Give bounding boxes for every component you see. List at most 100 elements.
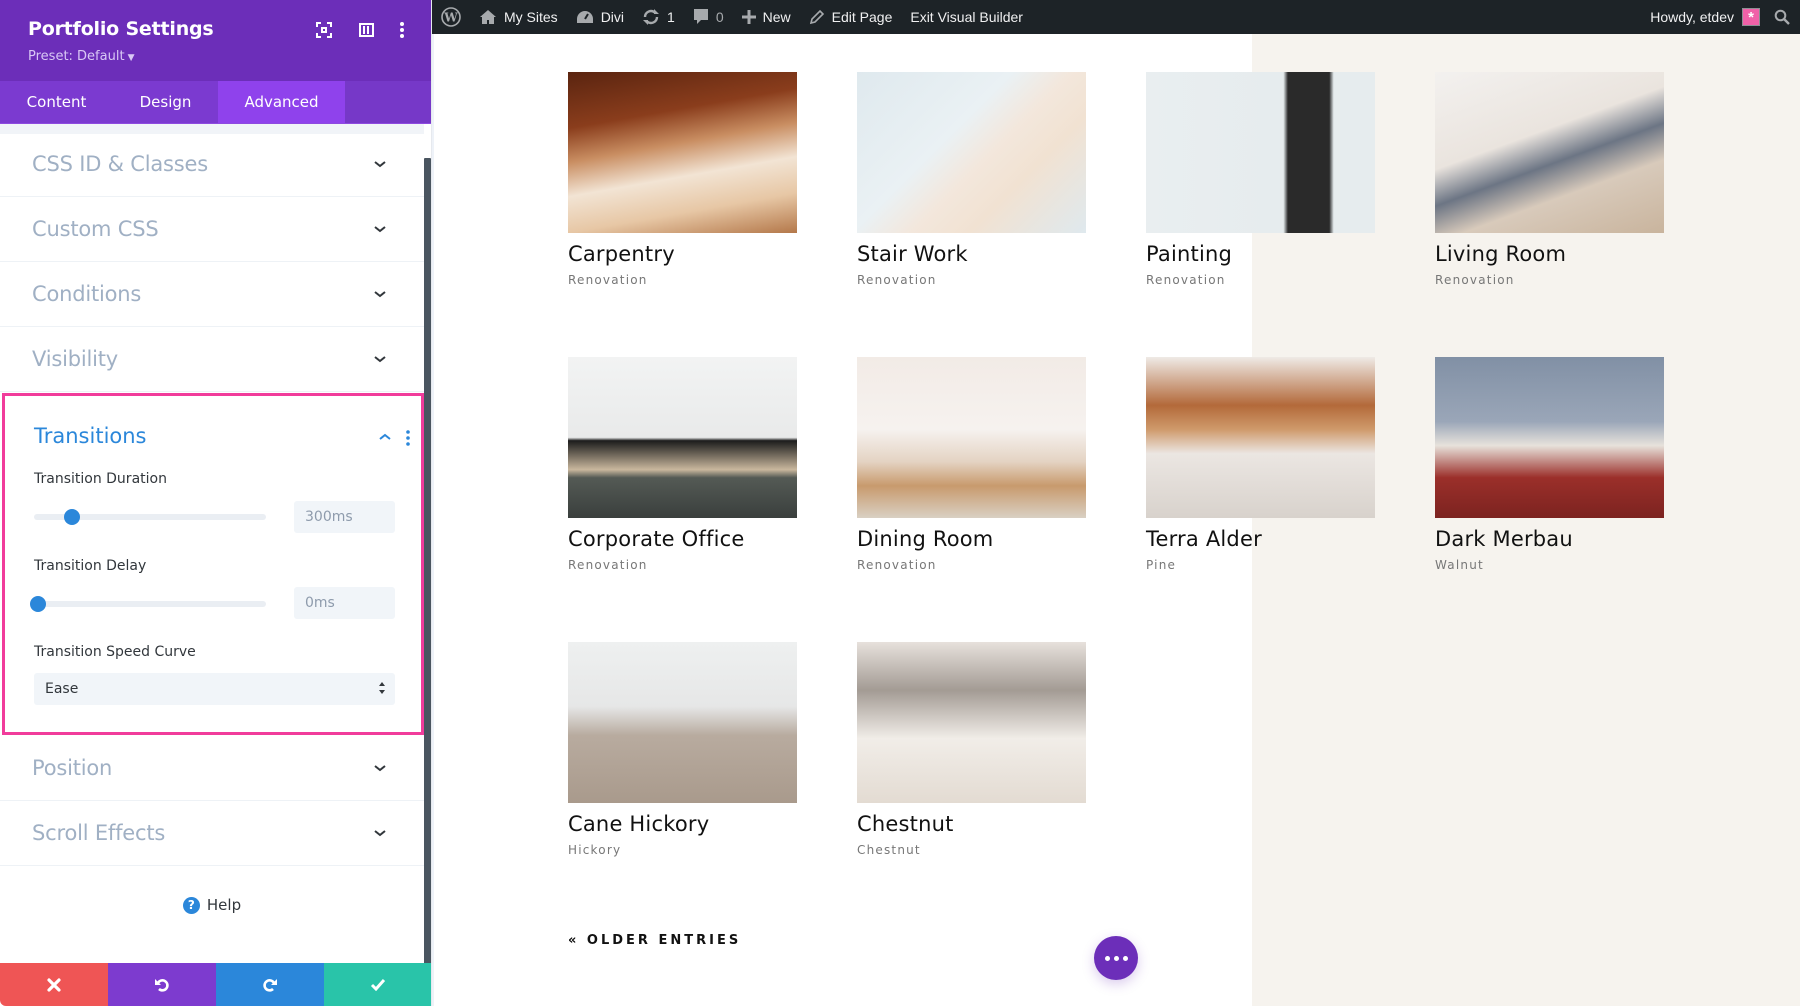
selected-value: Ease	[45, 681, 79, 697]
section-label: Custom CSS	[32, 217, 159, 241]
edit-page-link[interactable]: Edit Page	[800, 0, 902, 34]
panel-title: Portfolio Settings	[28, 18, 214, 40]
preset-dropdown[interactable]: Preset: Default ▼	[28, 49, 134, 64]
snap-sidebar-icon[interactable]	[356, 20, 376, 40]
expand-modal-icon[interactable]	[314, 20, 334, 40]
section-conditions[interactable]: Conditions	[0, 262, 424, 327]
portfolio-item-title[interactable]: Corporate Office	[568, 527, 797, 551]
help-link[interactable]: ? Help	[0, 896, 424, 914]
undo-icon	[155, 978, 169, 992]
portfolio-item-title[interactable]: Carpentry	[568, 242, 797, 266]
portfolio-item[interactable]: Chestnut Chestnut	[857, 642, 1086, 857]
duration-input[interactable]	[294, 501, 395, 533]
portfolio-item-category[interactable]: Renovation	[857, 273, 1086, 287]
paintbrush-photo[interactable]	[1146, 72, 1375, 233]
portfolio-item-category[interactable]: Renovation	[568, 273, 797, 287]
vase-decor-photo[interactable]	[857, 357, 1086, 518]
comments-count: 0	[715, 9, 724, 25]
paint-roller-photo[interactable]	[857, 72, 1086, 233]
builder-menu-button[interactable]	[1094, 936, 1138, 980]
portfolio-item[interactable]: Corporate Office Renovation	[568, 357, 797, 572]
greeting-label: Howdy, etdev	[1650, 9, 1734, 25]
portfolio-item-category[interactable]: Renovation	[1146, 273, 1375, 287]
comments-menu[interactable]: 0	[684, 0, 733, 34]
panel-scrollbar[interactable]	[424, 158, 431, 966]
slider-thumb[interactable]	[63, 509, 80, 525]
redo-button[interactable]	[216, 963, 324, 1006]
carpentry-photo[interactable]	[568, 72, 797, 233]
portfolio-item-title[interactable]: Stair Work	[857, 242, 1086, 266]
portfolio-item-title[interactable]: Living Room	[1435, 242, 1664, 266]
section-scroll-effects[interactable]: Scroll Effects	[0, 801, 424, 866]
section-visibility[interactable]: Visibility	[0, 327, 424, 392]
section-custom-css[interactable]: Custom CSS	[0, 197, 424, 262]
action-bar	[0, 963, 431, 1006]
wp-logo-menu[interactable]: W	[432, 0, 470, 34]
portfolio-item-category[interactable]: Walnut	[1435, 558, 1664, 572]
dot-icon	[1104, 955, 1110, 961]
section-css-id-classes[interactable]: CSS ID & Classes	[0, 132, 424, 197]
basket-blanket-floor-photo[interactable]	[1435, 357, 1664, 518]
portfolio-item-category[interactable]: Chestnut	[857, 843, 1086, 857]
portfolio-item[interactable]: Dining Room Renovation	[857, 357, 1086, 572]
white-chair-floor-photo[interactable]	[568, 642, 797, 803]
updates-menu[interactable]: 1	[633, 0, 684, 34]
portfolio-item[interactable]: Living Room Renovation	[1435, 72, 1664, 287]
delay-slider[interactable]	[30, 596, 266, 612]
my-sites-menu[interactable]: My Sites	[470, 0, 567, 34]
more-options-icon[interactable]	[392, 20, 412, 40]
desk-laptops-photo[interactable]	[568, 357, 797, 518]
slider-thumb[interactable]	[30, 596, 46, 612]
portfolio-item[interactable]: Cane Hickory Hickory	[568, 642, 797, 857]
portfolio-item[interactable]: Painting Renovation	[1146, 72, 1375, 287]
portfolio-item[interactable]: Terra Alder Pine	[1146, 357, 1375, 572]
new-content-menu[interactable]: New	[733, 0, 800, 34]
save-button[interactable]	[324, 963, 431, 1006]
portfolio-item[interactable]: Stair Work Renovation	[857, 72, 1086, 287]
tab-design[interactable]: Design	[113, 81, 218, 123]
portfolio-item-category[interactable]: Hickory	[568, 843, 797, 857]
site-name-menu[interactable]: Divi	[567, 0, 633, 34]
new-label: New	[762, 9, 791, 25]
my-sites-icon	[479, 9, 497, 25]
search-icon	[1774, 9, 1790, 25]
portfolio-item-category[interactable]: Renovation	[1435, 273, 1664, 287]
section-position[interactable]: Position	[0, 736, 424, 801]
portfolio-item-title[interactable]: Terra Alder	[1146, 527, 1375, 551]
duration-slider[interactable]	[34, 509, 266, 525]
portfolio-item-title[interactable]: Cane Hickory	[568, 812, 797, 836]
delay-input[interactable]	[294, 587, 395, 619]
section-title[interactable]: Transitions	[34, 424, 147, 448]
portfolio-item-category[interactable]: Renovation	[568, 558, 797, 572]
portfolio-item-category[interactable]: Pine	[1146, 558, 1375, 572]
chevron-down-icon	[374, 226, 386, 233]
portfolio-item-title[interactable]: Dining Room	[857, 527, 1086, 551]
account-menu[interactable]: Howdy, etdev *	[1641, 0, 1766, 34]
section-label: Visibility	[32, 347, 119, 371]
tab-advanced[interactable]: Advanced	[218, 81, 345, 123]
settings-tabs: Content Design Advanced	[0, 81, 431, 124]
portfolio-item-title[interactable]: Chestnut	[857, 812, 1086, 836]
portfolio-item[interactable]: Dark Merbau Walnut	[1435, 357, 1664, 572]
discard-button[interactable]	[0, 963, 108, 1006]
chevron-up-icon[interactable]	[378, 432, 392, 442]
undo-button[interactable]	[108, 963, 216, 1006]
preset-label: Preset: Default	[28, 49, 125, 64]
portfolio-item-category[interactable]: Renovation	[857, 558, 1086, 572]
section-more-icon[interactable]	[405, 430, 411, 446]
leather-chair-plant-photo[interactable]	[1146, 357, 1375, 518]
speed-curve-select[interactable]: Ease	[34, 673, 395, 705]
checkmark-icon	[370, 979, 386, 991]
dot-icon	[1113, 955, 1119, 961]
portfolio-item-title[interactable]: Dark Merbau	[1435, 527, 1664, 551]
search-button[interactable]	[1766, 0, 1800, 34]
older-entries-link[interactable]: « OLDER ENTRIES	[568, 933, 741, 948]
tab-content[interactable]: Content	[0, 81, 113, 123]
knit-blanket-sofa-photo[interactable]	[1435, 72, 1664, 233]
armchair-rug-photo[interactable]	[857, 642, 1086, 803]
exit-visual-builder-link[interactable]: Exit Visual Builder	[901, 0, 1032, 34]
portfolio-item[interactable]: Carpentry Renovation	[568, 72, 797, 287]
help-icon: ?	[182, 896, 200, 914]
pencil-icon	[809, 9, 825, 25]
portfolio-item-title[interactable]: Painting	[1146, 242, 1375, 266]
